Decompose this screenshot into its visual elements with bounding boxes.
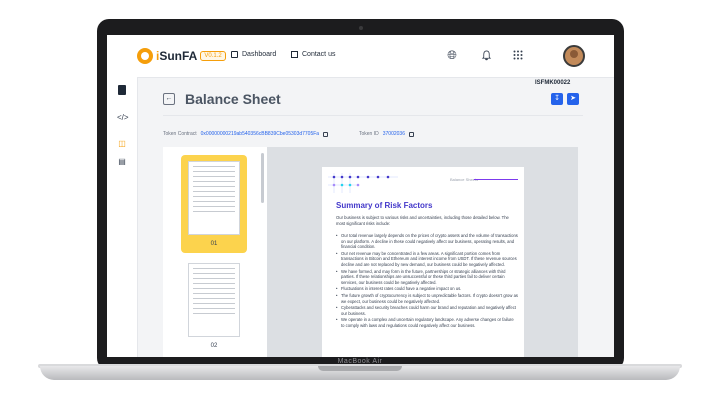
nav-dashboard[interactable]: Dashboard [231,51,276,58]
scrollbar[interactable] [261,153,264,203]
token-id-label: Token ID [359,131,379,137]
token-contract-label: Token Contract [163,131,197,137]
document-header-bar [474,179,518,180]
logo-name: SunFA [159,49,198,63]
document-title: Summary of Risk Factors [336,201,433,210]
list-item: Fluctuations in interest rates could hav… [336,286,518,292]
thumbnail-panel: 01 02 [163,147,267,357]
nav-contact-label: Contact us [302,51,336,58]
list-item: Our net revenue may be concentrated in a… [336,251,518,268]
thumbnail-page-2[interactable] [188,263,240,337]
folder-icon[interactable]: ◫ [117,139,127,149]
globe-icon[interactable]: 🌐︎ [445,48,459,62]
token-contract: Token Contract 0x00000000219ab540356cBB8… [163,131,329,137]
list-item: We have formed, and may form in the futu… [336,269,518,286]
nav-contact-us[interactable]: Contact us [291,51,335,58]
camera-dot [359,26,363,30]
back-button[interactable]: ← [163,93,175,105]
token-contract-value[interactable]: 0x00000000219ab540356cBB839Cbe05303d7705… [201,131,319,137]
download-button[interactable]: ↧ [551,93,563,105]
thumbnail-page-1[interactable] [188,161,240,235]
clipboard-icon[interactable]: ▤ [117,157,127,167]
document-page: Balance Sheets Summary of Risk Factors O… [322,167,524,357]
layout-icon [231,51,238,58]
document-viewer: Balance Sheets Summary of Risk Factors O… [267,147,578,357]
logo-icon [137,48,153,64]
share-button[interactable]: ➤ [567,93,579,105]
screen: iSunFA V0.1.2 Dashboard Contact us 🌐︎ </… [107,35,614,357]
divider [163,115,583,116]
thumbnail-number: 02 [210,343,218,349]
token-id-value[interactable]: 37002036 [383,131,405,137]
list-item: The future growth of cryptocurrency is s… [336,293,518,304]
document-intro: Our business is subject to various risks… [336,215,509,226]
copy-icon[interactable] [323,131,329,137]
download-icon: ↧ [554,95,560,102]
logo[interactable]: iSunFA V0.1.2 [137,48,226,64]
list-item: We operate in a complex and uncertain re… [336,317,518,328]
list-item: Cyberattacks and security breaches could… [336,305,518,316]
laptop-notch [318,366,402,371]
grid-icon[interactable] [511,48,525,62]
top-header: iSunFA V0.1.2 Dashboard Contact us 🌐︎ [107,35,614,78]
list-item: Our total revenue largely depends on the… [336,233,518,250]
risk-list: Our total revenue largely depends on the… [336,233,518,330]
sidebar: </> ◫ ▤ [107,77,138,357]
avatar[interactable] [563,45,585,67]
copy-icon[interactable] [408,131,414,137]
code-icon[interactable]: </> [117,113,129,123]
page-title: Balance Sheet [185,91,281,107]
document-id: ISFMK00022 [535,80,571,86]
thumbnail-number: 01 [210,241,218,247]
nav-dashboard-label: Dashboard [242,51,277,58]
mail-icon [291,51,298,58]
document-icon[interactable] [118,85,126,95]
share-icon: ➤ [570,95,576,102]
decorative-pattern [328,173,398,193]
version-badge: V0.1.2 [200,51,226,61]
bell-icon[interactable] [479,48,493,62]
model-label: MacBook Air [337,358,383,365]
token-id: Token ID 37002036 [359,131,414,137]
